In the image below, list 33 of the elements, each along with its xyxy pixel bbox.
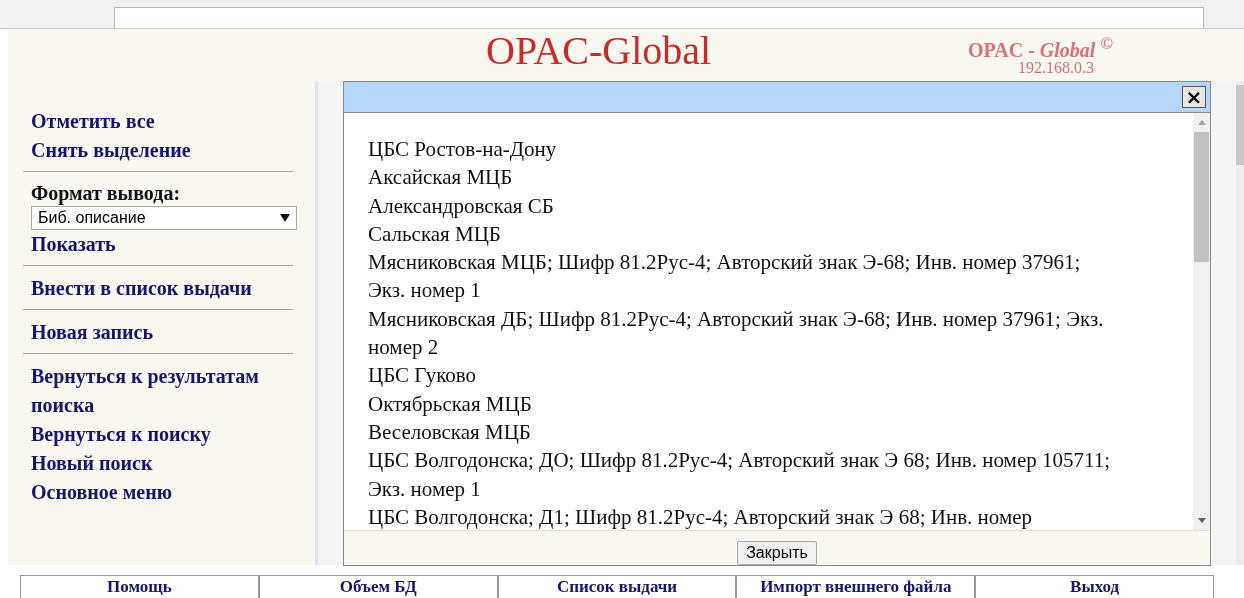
footer-nav-link[interactable]: Объем БД bbox=[258, 575, 498, 598]
sidebar-link[interactable]: Снять выделение bbox=[23, 136, 321, 165]
sidebar-link[interactable]: Вернуться к результатам поиска bbox=[23, 362, 321, 420]
holding-line: ЦБС Гуково bbox=[368, 362, 478, 390]
close-dialog-button[interactable]: Закрыть bbox=[737, 541, 817, 565]
footer-nav-link[interactable]: Список выдачи bbox=[497, 575, 737, 598]
holding-line: Октябрьская МЦБ bbox=[368, 390, 533, 418]
holding-line: Аксайская МЦБ bbox=[368, 164, 514, 192]
format-label: Формат вывода: bbox=[30, 181, 182, 206]
sidebar-link[interactable]: Вернуться к поиску bbox=[23, 420, 321, 449]
sidebar-link[interactable]: Основное меню bbox=[23, 478, 321, 507]
dropdown-icon bbox=[280, 214, 290, 222]
holding-line: ЦБС Волгодонска; ДО; Шифр 81.2Рус-4; Авторский знак Э 68; Инв. номер 105711; Экз. номер 1 bbox=[368, 447, 1112, 503]
footer-nav-link[interactable]: Импорт внешнего файла bbox=[736, 575, 976, 598]
footer-nav-link[interactable]: Помощь bbox=[20, 575, 259, 598]
holding-line: Александровская СБ bbox=[368, 192, 555, 220]
format-select[interactable]: Биб. описание bbox=[31, 206, 297, 230]
holding-line: ЦБС Ростов-на-Дону bbox=[368, 136, 558, 163]
footer-nav-link[interactable]: Выход bbox=[975, 575, 1214, 598]
page-scrollbar[interactable] bbox=[1236, 81, 1244, 565]
sidebar-link[interactable]: Новый поиск bbox=[23, 449, 321, 478]
holding-line: Веселовская МЦБ bbox=[368, 418, 532, 446]
holding-line: Мясниковская ДБ; Шифр 81.2Рус-4; Авторский знак Э-68; Инв. номер 37961; Экз. номер 2 bbox=[368, 305, 1105, 362]
holding-line: Мясниковская МЦБ; Шифр 81.2Рус-4; Авторский знак Э-68; Инв. номер 37961; Экз. номер 1 bbox=[368, 249, 1082, 305]
sidebar-link[interactable]: Новая запись bbox=[23, 318, 321, 347]
holding-line: Сальская МЦБ bbox=[368, 220, 502, 248]
sidebar-link[interactable]: Показать bbox=[23, 230, 321, 259]
dialog-scrollbar[interactable] bbox=[1193, 113, 1210, 530]
close-button[interactable]: × bbox=[1182, 86, 1206, 108]
sidebar-link[interactable]: Отметить все bbox=[23, 107, 321, 136]
sidebar-link[interactable]: Внести в список выдачи bbox=[23, 274, 321, 303]
holding-line: ЦБС Волгодонска; Д1; Шифр 81.2Рус-4; Авторский знак Э 68; Инв. номер bbox=[368, 503, 1034, 530]
logo: OPAC-Global bbox=[486, 29, 712, 73]
